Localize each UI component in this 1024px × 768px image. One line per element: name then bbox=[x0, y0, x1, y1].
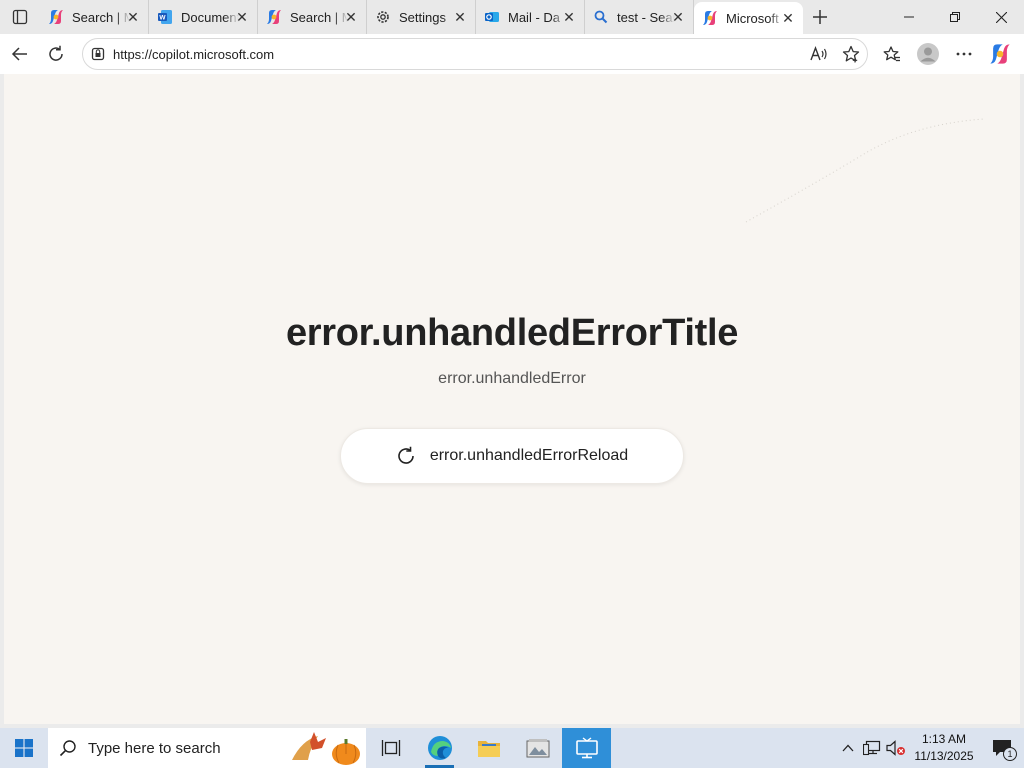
close-window-button[interactable] bbox=[978, 0, 1024, 34]
outlook-icon bbox=[484, 9, 500, 25]
show-hidden-icons-button[interactable] bbox=[836, 728, 860, 768]
close-tab-icon[interactable]: ✕ bbox=[781, 10, 795, 26]
decorative-sparkle bbox=[745, 118, 985, 223]
clock-date: 11/13/2025 bbox=[914, 749, 974, 763]
tab-title: Settings bbox=[399, 9, 446, 25]
page-subtitle: error.unhandledError bbox=[438, 370, 586, 387]
tab-actions-button[interactable] bbox=[0, 0, 40, 34]
favorite-star-button[interactable] bbox=[835, 40, 867, 68]
remote-desktop-icon bbox=[575, 737, 598, 759]
word-icon: W bbox=[157, 9, 173, 25]
copilot-icon bbox=[48, 9, 64, 25]
windows-logo-icon bbox=[15, 739, 33, 757]
refresh-button[interactable] bbox=[38, 36, 74, 72]
reload-button[interactable]: error.unhandledErrorReload bbox=[340, 428, 684, 484]
notification-count: 1 bbox=[1003, 747, 1017, 761]
tab-0[interactable]: Search | Microsoft ✕ bbox=[40, 0, 149, 34]
star-icon bbox=[842, 45, 860, 63]
refresh-icon bbox=[49, 45, 63, 61]
gear-icon bbox=[375, 9, 391, 25]
lock-icon[interactable] bbox=[83, 47, 113, 61]
folder-icon bbox=[477, 741, 500, 757]
page-title: error.unhandledErrorTitle bbox=[285, 312, 739, 354]
tab-title: Document bbox=[181, 9, 239, 25]
new-tab-button[interactable] bbox=[803, 0, 837, 34]
restore-icon bbox=[950, 12, 960, 22]
edge-taskbar-button[interactable] bbox=[415, 728, 464, 768]
profile-button[interactable] bbox=[910, 36, 946, 72]
clock[interactable]: 1:13 AM 11/13/2025 bbox=[908, 731, 980, 765]
taskbar: Type here to search 1:13 AM 11/13/2025 1 bbox=[0, 728, 1024, 768]
start-button[interactable] bbox=[0, 728, 48, 768]
photos-app-icon bbox=[526, 739, 549, 758]
back-button[interactable] bbox=[2, 36, 38, 72]
read-aloud-button[interactable] bbox=[803, 40, 835, 68]
tab-1[interactable]: W Document ✕ bbox=[149, 0, 258, 34]
notifications-button[interactable]: 1 bbox=[980, 728, 1024, 768]
chevron-up-icon bbox=[842, 744, 854, 752]
reload-button-label: error.unhandledErrorReload bbox=[429, 447, 629, 464]
favorites-button[interactable] bbox=[874, 36, 910, 72]
search-icon bbox=[593, 9, 609, 25]
search-icon bbox=[48, 739, 88, 757]
toolbar-right bbox=[874, 36, 1018, 72]
tab-title: test - Search bbox=[617, 9, 675, 25]
tab-title: Microsoft bbox=[726, 10, 779, 26]
network-icon bbox=[863, 740, 881, 756]
volume-button[interactable] bbox=[884, 728, 908, 768]
file-explorer-button[interactable] bbox=[464, 728, 513, 768]
read-aloud-icon bbox=[810, 46, 827, 61]
url-text[interactable]: https://copilot.microsoft.com bbox=[113, 47, 803, 62]
restore-button[interactable] bbox=[932, 0, 978, 34]
tab-4[interactable]: Mail - Da ✕ bbox=[476, 0, 585, 34]
clock-time: 1:13 AM bbox=[921, 732, 967, 746]
window-controls bbox=[886, 0, 1024, 34]
close-tab-icon[interactable]: ✕ bbox=[126, 9, 140, 25]
edge-icon bbox=[427, 736, 452, 760]
tab-title: Search | Microsoft bbox=[72, 9, 130, 25]
copilot-icon bbox=[266, 9, 282, 25]
plus-icon bbox=[813, 10, 827, 24]
close-tab-icon[interactable]: ✕ bbox=[235, 9, 249, 25]
close-tab-icon[interactable]: ✕ bbox=[344, 9, 358, 25]
image-app-button[interactable] bbox=[513, 728, 562, 768]
minimize-icon bbox=[904, 16, 914, 18]
taskbar-search[interactable]: Type here to search bbox=[48, 728, 366, 768]
browser-window: Search | Microsoft ✕ W Document ✕ Search… bbox=[0, 0, 1024, 728]
remote-desktop-button[interactable] bbox=[562, 728, 611, 768]
copilot-icon bbox=[702, 10, 718, 26]
close-tab-icon[interactable]: ✕ bbox=[562, 9, 576, 25]
tab-strip: Search | Microsoft ✕ W Document ✕ Search… bbox=[0, 0, 1024, 34]
volume-muted-icon bbox=[886, 740, 905, 756]
close-icon bbox=[995, 11, 1007, 23]
copilot-icon bbox=[990, 44, 1010, 64]
page-content: error.unhandledErrorTitle error.unhandle… bbox=[4, 74, 1020, 724]
system-tray: 1:13 AM 11/13/2025 1 bbox=[836, 728, 1024, 768]
tab-3[interactable]: Settings ✕ bbox=[367, 0, 476, 34]
more-options-button[interactable] bbox=[946, 36, 982, 72]
minimize-button[interactable] bbox=[886, 0, 932, 34]
tab-actions-icon bbox=[12, 9, 28, 25]
back-arrow-icon bbox=[11, 47, 27, 61]
close-tab-icon[interactable]: ✕ bbox=[453, 9, 467, 25]
tab-5[interactable]: test - Search ✕ bbox=[585, 0, 694, 34]
more-dots-icon bbox=[956, 52, 972, 56]
task-view-icon bbox=[381, 740, 400, 756]
network-button[interactable] bbox=[860, 728, 884, 768]
close-tab-icon[interactable]: ✕ bbox=[671, 9, 685, 25]
tab-title: Search | Microsoft bbox=[290, 9, 348, 25]
tab-2[interactable]: Search | Microsoft ✕ bbox=[258, 0, 367, 34]
search-placeholder: Type here to search bbox=[88, 739, 221, 757]
tab-title: Mail - Da bbox=[508, 9, 561, 25]
address-bar[interactable]: https://copilot.microsoft.com bbox=[82, 38, 868, 70]
svg-text:W: W bbox=[159, 15, 166, 22]
task-view-button[interactable] bbox=[366, 728, 415, 768]
tab-6[interactable]: Microsoft ✕ bbox=[694, 2, 803, 34]
browser-toolbar: https://copilot.microsoft.com bbox=[0, 34, 1024, 74]
refresh-icon bbox=[396, 446, 416, 466]
autumn-pumpkin-icon bbox=[292, 732, 360, 765]
copilot-sidebar-button[interactable] bbox=[982, 36, 1018, 72]
avatar bbox=[917, 43, 939, 65]
favorites-icon bbox=[883, 46, 900, 62]
